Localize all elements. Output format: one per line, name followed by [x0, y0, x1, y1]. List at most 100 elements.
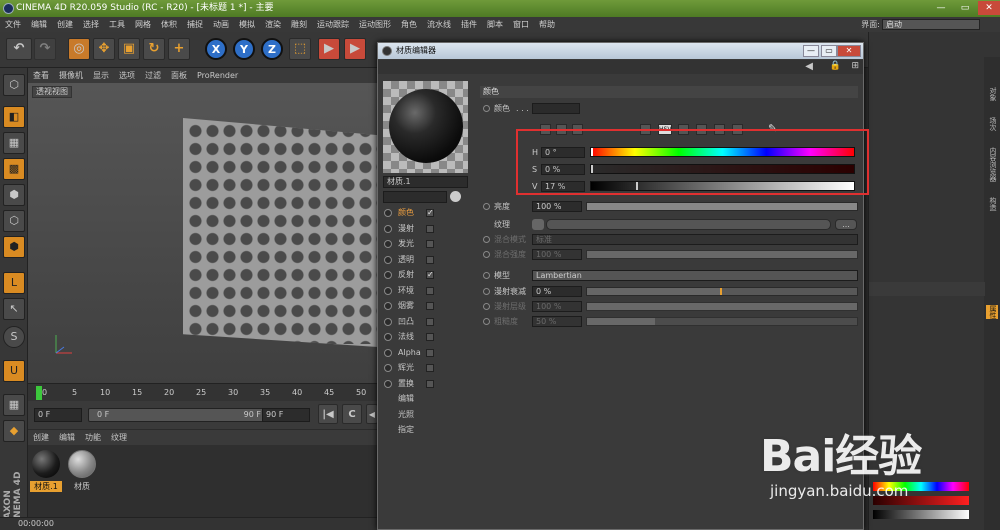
live-selection-icon[interactable]: ◎ — [68, 38, 90, 60]
tab-structure[interactable]: 构造 — [986, 197, 998, 211]
diffuse-falloff-field[interactable]: 0 % — [532, 286, 582, 297]
menu-create[interactable]: 创建 — [52, 17, 78, 32]
lock-workplane-icon[interactable]: ▦ — [3, 394, 25, 416]
viewport-menu-options[interactable]: 选项 — [114, 68, 140, 83]
blend-strength-slider[interactable] — [586, 250, 858, 259]
menu-select[interactable]: 选择 — [78, 17, 104, 32]
viewport-menu-panel[interactable]: 面板 — [166, 68, 192, 83]
blend-strength-field[interactable]: 100 % — [532, 249, 582, 260]
channel-normal[interactable]: 法线 — [381, 329, 467, 345]
menu-character[interactable]: 角色 — [396, 17, 422, 32]
channel-editor[interactable]: 编辑 — [381, 391, 467, 407]
menu-mograph[interactable]: 运动图形 — [354, 17, 396, 32]
channel-transparency[interactable]: 透明 — [381, 252, 467, 268]
menu-mesh[interactable]: 网格 — [130, 17, 156, 32]
menu-motion-tracking[interactable]: 运动跟踪 — [312, 17, 354, 32]
move-icon[interactable]: ✥ — [93, 38, 115, 60]
texture-slot[interactable] — [546, 219, 831, 230]
perspective-viewport[interactable]: 透视视图 — [28, 83, 378, 383]
brightness-slider[interactable] — [586, 202, 858, 211]
preview-options-icon[interactable] — [450, 191, 461, 202]
me-minimize-button[interactable]: — — [803, 45, 819, 57]
channel-illumination[interactable]: 光照 — [381, 407, 467, 423]
mm-menu-function[interactable]: 功能 — [80, 430, 106, 445]
dotted-cube-object[interactable] — [183, 118, 378, 348]
diffuse-level-field[interactable]: 100 % — [532, 301, 582, 312]
menu-script[interactable]: 脚本 — [482, 17, 508, 32]
tab-objects[interactable]: 对象 — [986, 87, 998, 101]
channel-diffusion[interactable]: 漫射 — [381, 221, 467, 237]
loop-icon[interactable]: C — [342, 404, 362, 424]
tweak-mode-icon[interactable]: ↖ — [3, 298, 25, 320]
material-preview[interactable] — [383, 81, 468, 173]
viewport-menu-prorender[interactable]: ProRender — [192, 68, 243, 83]
polygons-mode-icon[interactable]: ⬢ — [3, 236, 25, 258]
menu-edit[interactable]: 编辑 — [26, 17, 52, 32]
channel-displacement[interactable]: 置换 — [381, 376, 467, 392]
maximize-button[interactable]: ▭ — [954, 1, 976, 15]
minimize-button[interactable]: — — [930, 1, 952, 15]
symmetry-icon[interactable]: ◆ — [3, 420, 25, 442]
menu-animate[interactable]: 动画 — [208, 17, 234, 32]
mm-menu-create[interactable]: 创建 — [28, 430, 54, 445]
mm-menu-texture[interactable]: 纹理 — [106, 430, 132, 445]
magnet-icon[interactable]: U — [3, 360, 25, 382]
frame-range-slider[interactable]: 0 F 90 F — [88, 408, 268, 422]
texture-menu-arrow-icon[interactable] — [532, 219, 544, 230]
z-axis-toggle[interactable]: Z — [261, 38, 283, 60]
nav-lock-icon[interactable]: 🔒 — [830, 61, 841, 71]
menu-sculpt[interactable]: 雕刻 — [286, 17, 312, 32]
channel-alpha[interactable]: Alpha — [381, 345, 467, 361]
texture-mode-icon[interactable]: ▦ — [3, 132, 25, 154]
make-editable-icon[interactable]: ⬡ — [3, 74, 25, 96]
tab-takes[interactable]: 场次 — [986, 117, 998, 131]
transform-icon[interactable]: + — [168, 38, 190, 60]
material-name-field[interactable]: 材质.1 — [383, 176, 468, 188]
channel-color[interactable]: 颜色 ✓ — [381, 205, 467, 221]
menu-simulate[interactable]: 模拟 — [234, 17, 260, 32]
nav-new-icon[interactable]: ⊞ — [851, 61, 859, 71]
roughness-slider[interactable] — [586, 317, 858, 326]
menu-help[interactable]: 帮助 — [534, 17, 560, 32]
diffuse-level-slider[interactable] — [586, 302, 858, 311]
menu-file[interactable]: 文件 — [0, 17, 26, 32]
me-close-button[interactable]: ✕ — [837, 45, 861, 57]
redo-icon[interactable]: ↷ — [34, 38, 56, 60]
channel-luminance[interactable]: 发光 — [381, 236, 467, 252]
workplane-icon[interactable]: ▩ — [3, 158, 25, 180]
channel-assignment[interactable]: 指定 — [381, 422, 467, 438]
diffuse-falloff-slider[interactable] — [586, 287, 858, 296]
coordinate-system-icon[interactable]: ⬚ — [289, 38, 311, 60]
end-frame-field[interactable]: 90 F — [262, 408, 310, 422]
roughness-field[interactable]: 50 % — [532, 316, 582, 327]
rotate-icon[interactable]: ↻ — [143, 38, 165, 60]
menu-pipeline[interactable]: 流水线 — [422, 17, 456, 32]
model-mode-icon[interactable]: ◧ — [3, 106, 25, 128]
scale-icon[interactable]: ▣ — [118, 38, 140, 60]
start-frame-field[interactable]: 0 F — [34, 408, 82, 422]
undo-icon[interactable]: ↶ — [6, 38, 32, 60]
color-swatch[interactable] — [532, 103, 580, 114]
tab-content-browser[interactable]: 内容浏览器 — [986, 147, 998, 182]
axis-mode-icon[interactable]: L — [3, 272, 25, 294]
edges-mode-icon[interactable]: ⬡ — [3, 210, 25, 232]
channel-bump[interactable]: 凹凸 — [381, 314, 467, 330]
mm-menu-edit[interactable]: 编辑 — [54, 430, 80, 445]
interface-select[interactable]: 启动 — [882, 19, 980, 30]
nav-back-icon[interactable]: ◀ — [805, 61, 813, 72]
material-swatch-2[interactable]: 材质 — [66, 450, 98, 494]
texture-browse-button[interactable]: ... — [835, 219, 857, 230]
channel-reflectance[interactable]: 反射 ✓ — [381, 267, 467, 283]
points-mode-icon[interactable]: ⬢ — [3, 184, 25, 206]
viewport-menu-view[interactable]: 查看 — [28, 68, 54, 83]
channel-fog[interactable]: 烟雾 — [381, 298, 467, 314]
brightness-field[interactable]: 100 % — [532, 201, 582, 212]
x-axis-toggle[interactable]: X — [205, 38, 227, 60]
render-view-icon[interactable]: ▶ — [318, 38, 340, 60]
menu-render[interactable]: 渲染 — [260, 17, 286, 32]
viewport-menu-display[interactable]: 显示 — [88, 68, 114, 83]
menu-volume[interactable]: 体积 — [156, 17, 182, 32]
close-button[interactable]: ✕ — [978, 1, 1000, 15]
model-select[interactable]: Lambertian — [532, 270, 858, 281]
render-picture-viewer-icon[interactable]: ▶ — [344, 38, 366, 60]
